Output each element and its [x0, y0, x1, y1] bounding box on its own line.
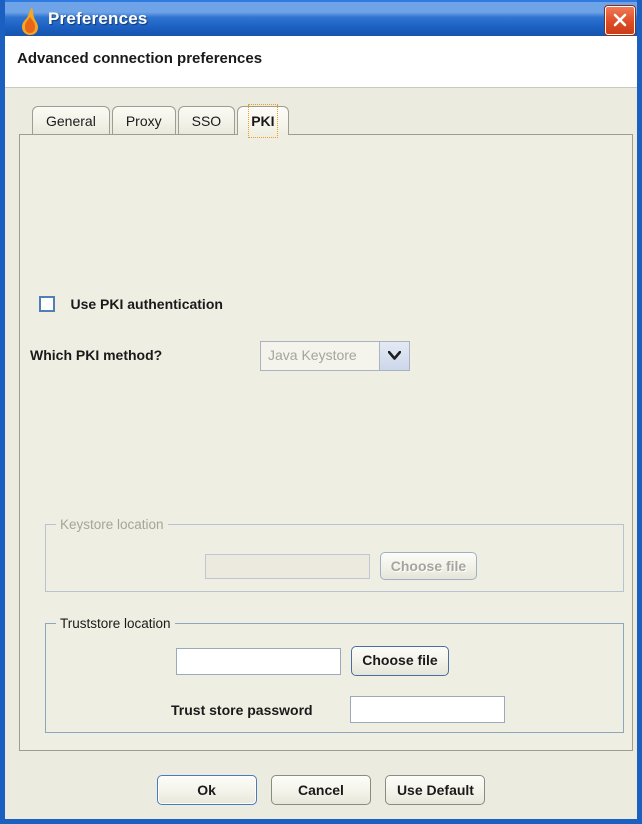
use-default-button[interactable]: Use Default: [385, 775, 486, 805]
pki-tab-panel: Use PKI authentication Which PKI method?…: [19, 134, 633, 751]
window-title: Preferences: [48, 9, 148, 28]
tab-general-label: General: [46, 113, 96, 129]
flame-icon: [16, 6, 44, 36]
pki-method-selected-value: Java Keystore: [268, 347, 357, 363]
truststore-password-label: Trust store password: [171, 702, 313, 718]
pki-method-label: Which PKI method?: [30, 347, 163, 363]
use-pki-checkbox-label: Use PKI authentication: [70, 295, 223, 312]
truststore-path-input[interactable]: [176, 648, 341, 675]
window-titlebar: Preferences: [5, 0, 637, 36]
chevron-down-icon[interactable]: [379, 342, 409, 370]
tab-strip: General Proxy SSO PKI: [32, 104, 291, 138]
keystore-group-title: Keystore location: [56, 517, 168, 532]
truststore-password-input[interactable]: [350, 696, 505, 723]
keystore-path-input[interactable]: [205, 554, 370, 579]
dialog-header-band: Advanced connection preferences: [5, 36, 637, 88]
keystore-choose-file-button[interactable]: Choose file: [380, 552, 477, 580]
pki-method-row: Which PKI method? Java Keystore: [30, 341, 624, 371]
preferences-dialog: Preferences Advanced connection preferen…: [0, 0, 642, 824]
tab-general[interactable]: General: [32, 106, 110, 135]
use-pki-checkbox-row[interactable]: Use PKI authentication: [39, 295, 223, 313]
tab-proxy[interactable]: Proxy: [111, 106, 176, 135]
tab-sso-label: SSO: [191, 113, 222, 129]
pki-method-select[interactable]: Java Keystore: [260, 341, 410, 371]
tab-proxy-label: Proxy: [125, 113, 162, 129]
close-icon[interactable]: [605, 6, 635, 35]
dialog-button-bar: Ok Cancel Use Default: [5, 775, 637, 805]
keystore-location-group: Keystore location Choose file: [45, 517, 624, 592]
cancel-button[interactable]: Cancel: [271, 775, 371, 805]
tab-sso[interactable]: SSO: [177, 106, 236, 135]
tab-pki[interactable]: PKI: [237, 104, 289, 138]
page-title: Advanced connection preferences: [17, 50, 263, 67]
tab-pki-label: PKI: [248, 104, 278, 138]
truststore-choose-file-button[interactable]: Choose file: [351, 646, 449, 676]
ok-button[interactable]: Ok: [156, 775, 257, 805]
use-pki-checkbox[interactable]: [39, 295, 55, 312]
truststore-group-title: Truststore location: [56, 616, 175, 631]
truststore-location-group: Truststore location Choose file Trust st…: [45, 616, 624, 733]
